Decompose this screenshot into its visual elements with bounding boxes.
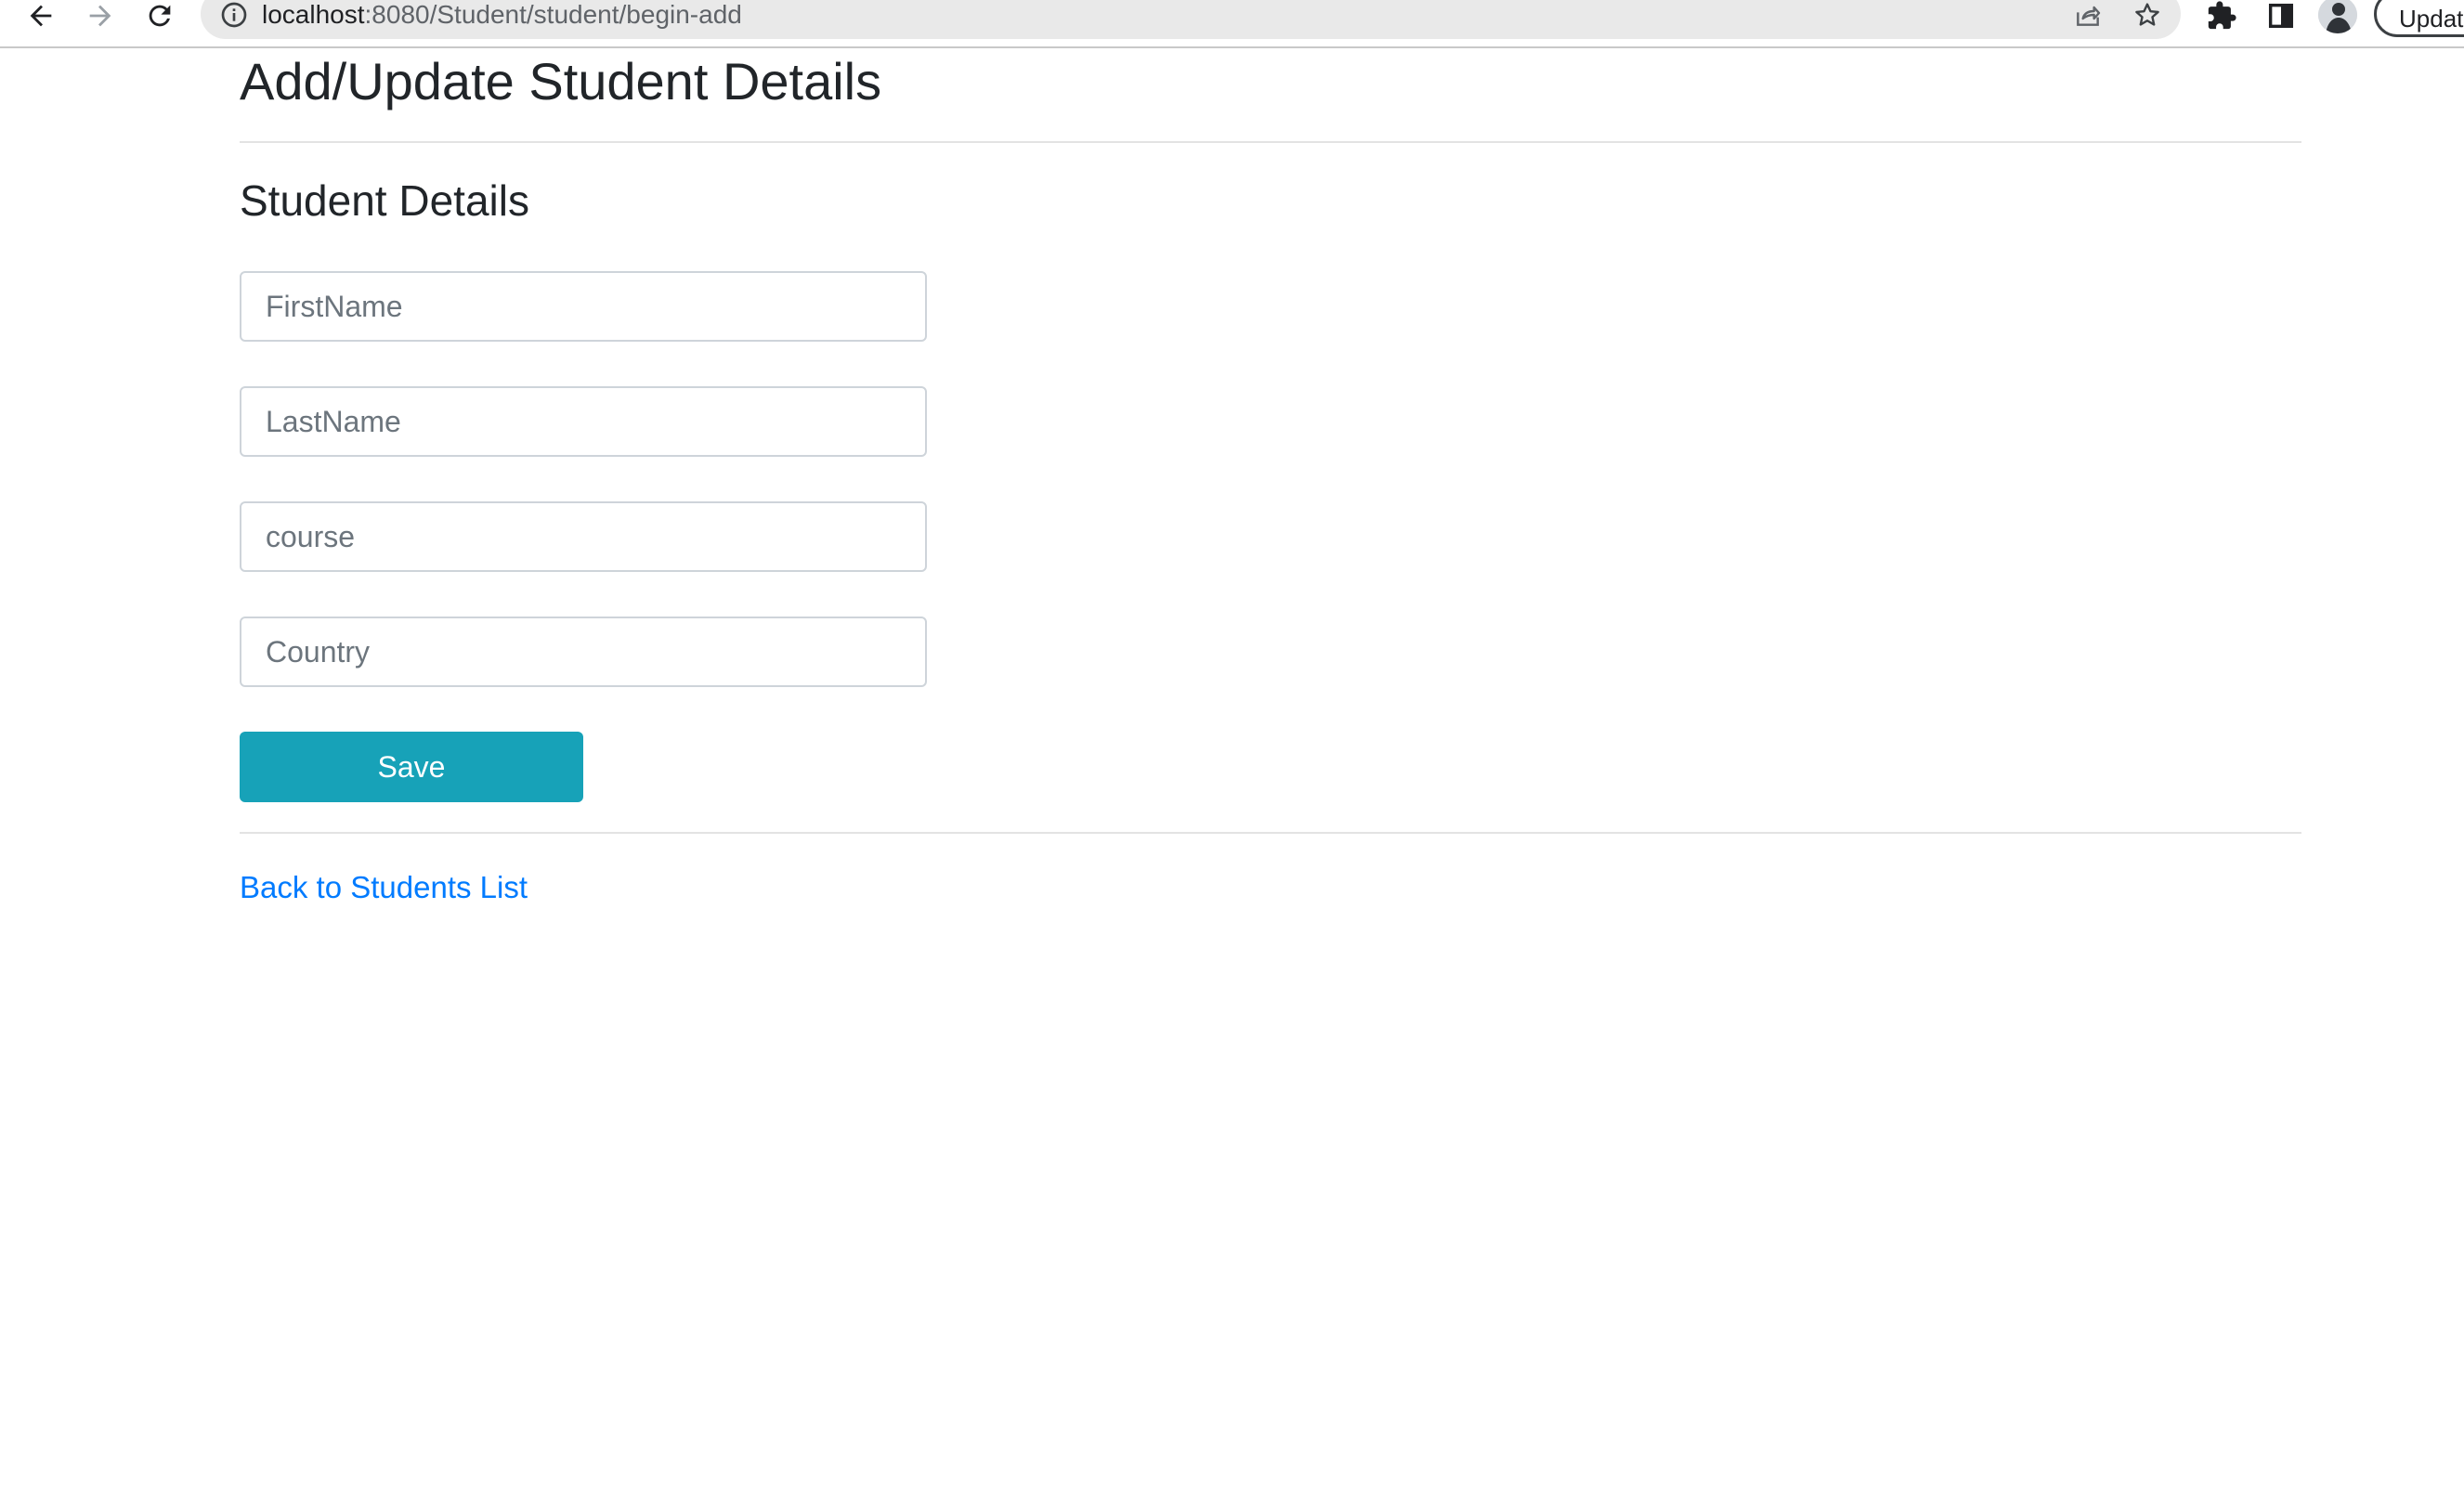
back-button[interactable]	[20, 0, 61, 32]
extensions-button[interactable]	[2201, 0, 2242, 32]
save-button[interactable]: Save	[240, 732, 583, 802]
divider	[240, 832, 2301, 834]
country-input[interactable]	[240, 617, 927, 687]
address-bar[interactable]: localhost:8080/Student/student/begin-add	[201, 0, 2181, 39]
url-text: localhost:8080/Student/student/begin-add	[262, 1, 742, 29]
avatar[interactable]	[2318, 0, 2357, 33]
page-title: Add/Update Student Details	[240, 52, 882, 110]
divider	[240, 141, 2301, 143]
forward-button[interactable]	[80, 0, 121, 32]
arrow-right-icon	[89, 5, 111, 27]
last-name-input[interactable]	[240, 386, 927, 457]
profile-avatar-icon	[2318, 0, 2357, 33]
first-name-input[interactable]	[240, 271, 927, 342]
url-host: localhost	[262, 0, 365, 29]
side-panel-icon	[2268, 3, 2294, 29]
reload-icon	[149, 5, 171, 27]
puzzle-icon	[2208, 1, 2236, 30]
share-button[interactable]	[2069, 0, 2106, 33]
bookmark-button[interactable]	[2129, 0, 2166, 33]
update-button[interactable]: Update	[2374, 0, 2464, 37]
course-input[interactable]	[240, 501, 927, 572]
star-icon	[2135, 3, 2159, 26]
info-icon[interactable]	[219, 0, 249, 30]
reload-button[interactable]	[139, 0, 180, 32]
arrow-left-icon	[30, 5, 52, 27]
section-title: Student Details	[240, 176, 529, 225]
browser-toolbar: localhost:8080/Student/student/begin-add	[0, 0, 2464, 48]
share-icon	[2077, 6, 2101, 26]
back-to-students-link[interactable]: Back to Students List	[240, 867, 528, 908]
url-path: :8080/Student/student/begin-add	[364, 0, 742, 29]
side-panel-button[interactable]	[2261, 0, 2301, 32]
